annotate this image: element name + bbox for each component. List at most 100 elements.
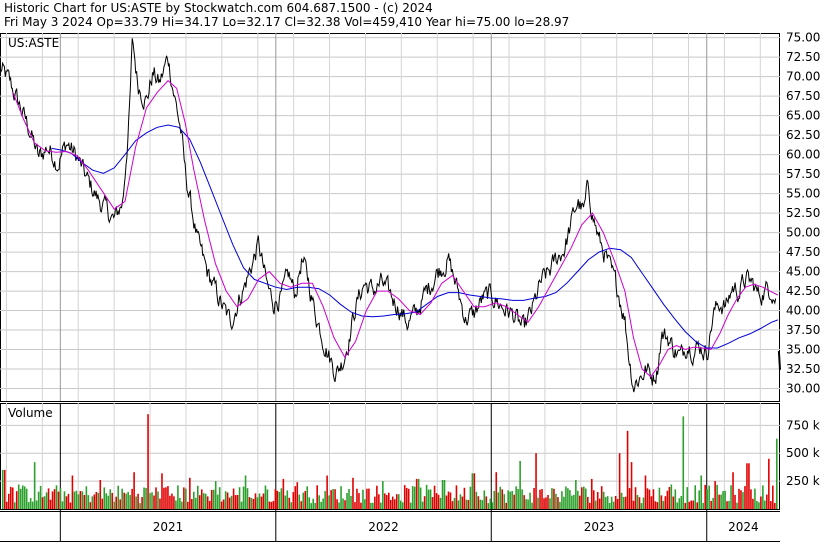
volume-bar <box>256 497 259 509</box>
volume-bar <box>356 488 358 509</box>
volume-bar <box>511 490 513 509</box>
volume-bar <box>25 488 28 509</box>
volume-bar <box>592 490 595 509</box>
volume-bar <box>109 489 112 509</box>
volume-bar <box>266 489 269 509</box>
volume-bar <box>206 496 209 509</box>
volume-bar <box>198 495 201 509</box>
volume-bar <box>59 488 62 509</box>
volume-bar <box>55 485 58 509</box>
price-tick-label: 52.50 <box>786 206 820 220</box>
volume-bar <box>431 497 434 509</box>
volume-bar <box>11 487 14 509</box>
volume-bar <box>252 498 255 509</box>
volume-bar <box>583 486 585 509</box>
volume-bar <box>324 491 326 509</box>
volume-bar <box>537 497 539 509</box>
volume-bar <box>165 487 167 509</box>
volume-bar <box>415 478 418 509</box>
volume-bar <box>220 501 223 509</box>
volume-bar <box>724 490 726 509</box>
volume-bar <box>453 497 456 509</box>
volume-bar <box>533 488 535 509</box>
volume-bar <box>163 487 165 509</box>
volume-bar <box>125 493 127 509</box>
volume-bar <box>752 498 754 509</box>
volume-bar <box>286 490 289 509</box>
volume-bar <box>386 495 388 509</box>
volume-bar <box>97 492 100 509</box>
volume-bar <box>320 501 322 509</box>
volume-bar <box>401 502 404 509</box>
volume-bar <box>306 486 309 509</box>
volume-bar <box>405 487 408 509</box>
volume-bar <box>686 487 689 509</box>
volume-bar <box>81 491 84 509</box>
volume-bar <box>300 501 303 509</box>
volume-bar <box>179 497 181 509</box>
volume-bar <box>238 487 241 509</box>
volume-bar <box>449 492 452 509</box>
volume-bar <box>579 495 581 509</box>
volume-bar <box>756 501 758 509</box>
volume-bar <box>87 495 90 509</box>
volume-bar <box>91 496 94 509</box>
volume-bar <box>294 486 297 509</box>
volume-bar <box>557 497 559 509</box>
volume-bar <box>471 473 474 509</box>
volume-bar <box>159 498 161 509</box>
volume-bar <box>254 493 257 509</box>
volume-bar <box>191 499 193 509</box>
volume-bar <box>79 491 82 509</box>
volume-bar <box>141 497 143 509</box>
volume-bar <box>451 501 454 509</box>
volume-bar <box>682 416 685 509</box>
volume-bar <box>145 488 147 509</box>
year-label: 2022 <box>368 520 399 534</box>
volume-bar <box>350 495 352 509</box>
volume-bar <box>704 484 706 509</box>
volume-bar <box>425 484 428 509</box>
volume-bar <box>758 502 760 509</box>
volume-bar <box>485 496 488 509</box>
volume-bar <box>248 497 251 509</box>
volume-bar <box>678 498 681 509</box>
volume-bar <box>224 491 227 509</box>
volume-bar <box>85 486 88 509</box>
volume-bar <box>441 480 444 509</box>
volume-bar <box>362 489 364 509</box>
symbol-label: US:ASTE <box>8 36 59 50</box>
volume-bar <box>547 495 549 509</box>
volume-bar <box>280 488 283 509</box>
volume-bar <box>210 489 213 509</box>
volume-bar <box>477 496 480 509</box>
volume-bar <box>734 494 736 509</box>
volume-bar <box>652 489 655 509</box>
volume-bar <box>75 490 78 509</box>
volume-bar <box>746 463 748 509</box>
price-tick-label: 57.50 <box>786 167 820 181</box>
volume-bar <box>298 494 301 509</box>
volume-bar <box>455 485 458 509</box>
volume-bar <box>710 500 712 509</box>
volume-bar <box>698 490 700 509</box>
price-tick-label: 47.50 <box>786 245 820 259</box>
volume-bar <box>742 492 744 509</box>
volume-bar <box>195 497 197 509</box>
volume-bar <box>196 485 199 509</box>
volume-bar <box>202 493 205 509</box>
volume-bar <box>527 499 529 509</box>
volume-bar <box>660 495 663 509</box>
volume-bar <box>762 485 764 509</box>
volume-bar <box>774 503 776 509</box>
volume-bar <box>69 502 72 509</box>
volume-bar <box>750 489 752 509</box>
volume-bar <box>397 494 400 509</box>
volume-bar <box>590 478 593 509</box>
volume-bar <box>680 496 683 509</box>
price-tick-label: 50.00 <box>786 226 820 240</box>
volume-tick-label: 750 k <box>786 418 820 432</box>
volume-bar <box>507 490 509 509</box>
volume-bar <box>382 481 384 509</box>
volume-bar <box>614 496 617 509</box>
